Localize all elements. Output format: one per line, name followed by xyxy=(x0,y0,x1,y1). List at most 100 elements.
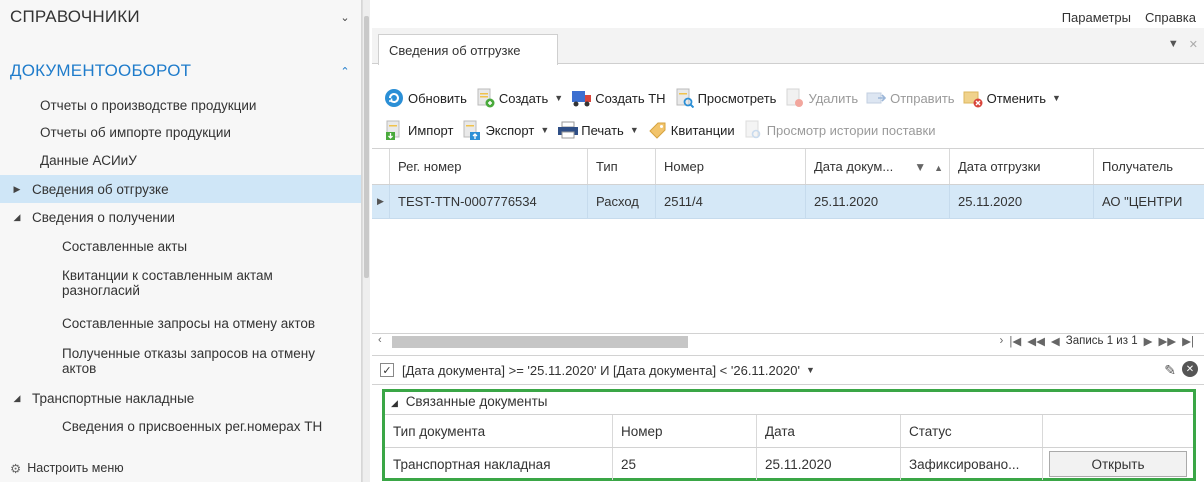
next-page-fast-icon[interactable]: ▶▶ xyxy=(1158,334,1176,348)
column-header-recipient[interactable]: Получатель xyxy=(1094,149,1204,184)
grid-header: Рег. номер Тип Номер Дата докум... ▼ ▲ Да… xyxy=(372,149,1204,185)
sidebar-item-cancel-refusals[interactable]: Полученные отказы запросов на отмену акт… xyxy=(0,338,361,384)
sidebar-item-receipt-info[interactable]: ◢ Сведения о получении xyxy=(0,204,361,230)
column-header-status[interactable]: Статус xyxy=(901,415,1043,447)
edit-filter-icon[interactable]: ✎ xyxy=(1164,362,1176,379)
close-icon[interactable]: ✕ xyxy=(1189,38,1198,51)
cell-text: Транспортная накладная xyxy=(393,456,551,472)
cell-recipient[interactable]: АО "ЦЕНТРИ xyxy=(1094,185,1204,218)
filter-dropdown-icon[interactable]: ▼ xyxy=(806,365,815,375)
menu-help[interactable]: Справка xyxy=(1145,10,1196,25)
refresh-label: Обновить xyxy=(408,90,467,106)
create-tn-button[interactable]: Создать ТН xyxy=(571,88,666,108)
export-icon xyxy=(461,120,481,140)
cancel-button[interactable]: Отменить ▼ xyxy=(963,88,1061,108)
sidebar-item-shipment-info[interactable]: ▶ Сведения об отгрузке xyxy=(0,175,361,203)
cell-status[interactable]: Зафиксировано... xyxy=(901,448,1043,480)
column-label: Тип xyxy=(596,159,618,174)
linked-documents-header[interactable]: ◢ Связанные документы xyxy=(391,394,548,409)
cell-shipment-date[interactable]: 25.11.2020 xyxy=(950,185,1094,218)
expand-arrow-icon[interactable]: ▶ xyxy=(10,184,24,195)
first-page-icon[interactable]: |◀ xyxy=(1009,334,1021,348)
column-header-type[interactable]: Тип xyxy=(588,149,656,184)
chevron-up-icon[interactable]: ⌃ xyxy=(338,64,352,78)
table-row[interactable]: Транспортная накладная 25 25.11.2020 Заф… xyxy=(385,448,1193,480)
table-row[interactable]: ▶ TEST-TTN-0007776534 Расход 2511/4 25.1… xyxy=(372,185,1204,219)
truck-icon xyxy=(571,88,592,108)
sidebar-item-label: Квитанции к составленным актам xyxy=(62,268,273,283)
sidebar-scroll-thumb[interactable] xyxy=(364,16,369,278)
view-button[interactable]: Просмотреть xyxy=(674,88,776,109)
column-label: Рег. номер xyxy=(398,159,462,174)
prev-page-icon[interactable]: ◀ xyxy=(1051,334,1060,348)
filter-enabled-checkbox[interactable]: ✓ xyxy=(380,363,394,377)
print-label: Печать xyxy=(581,122,624,138)
sidebar-item-assigned-reg-numbers[interactable]: Сведения о присвоенных рег.номерах ТН xyxy=(0,413,361,439)
tab-shipment-info[interactable]: Сведения об отгрузке xyxy=(378,34,558,65)
cell-type[interactable]: Расход xyxy=(588,185,656,218)
cell-number[interactable]: 2511/4 xyxy=(656,185,806,218)
create-button[interactable]: Создать ▼ xyxy=(475,88,563,108)
refresh-button[interactable]: Обновить xyxy=(384,88,467,108)
toolbar-secondary: Импорт Экспорт ▼ Печать ▼ Квитанции Просмо… xyxy=(372,115,1204,145)
column-header-number[interactable]: Номер xyxy=(613,415,757,447)
section-directories-header[interactable]: СПРАВОЧНИКИ ⌄ xyxy=(0,0,361,34)
scroll-left-icon[interactable]: ‹ xyxy=(378,334,382,346)
sidebar-scrollbar[interactable] xyxy=(362,0,370,482)
section-docflow-header[interactable]: ДОКУМЕНТООБОРОТ ⌃ xyxy=(0,54,361,88)
filter-expression[interactable]: [Дата документа] >= '25.11.2020' И [Дата… xyxy=(402,363,800,378)
menu-parameters[interactable]: Параметры xyxy=(1062,10,1131,25)
tab-list-dropdown-icon[interactable]: ▼ xyxy=(1168,38,1179,51)
column-header-shipment-date[interactable]: Дата отгрузки xyxy=(950,149,1094,184)
export-button[interactable]: Экспорт ▼ xyxy=(461,120,549,140)
sidebar-item-cancel-requests[interactable]: Составленные запросы на отмену актов xyxy=(0,310,361,336)
collapse-arrow-icon[interactable]: ◢ xyxy=(10,393,24,404)
sidebar-item-label: Составленные запросы на отмену актов xyxy=(62,315,316,331)
create-tn-label: Создать ТН xyxy=(595,90,666,106)
print-button[interactable]: Печать ▼ xyxy=(557,120,639,140)
sidebar-item-label: Сведения о получении xyxy=(32,209,175,225)
column-header-doc-type[interactable]: Тип документа xyxy=(385,415,613,447)
receipts-label: Квитанции xyxy=(670,122,735,138)
sidebar-item-import-reports[interactable]: Отчеты об импорте продукции xyxy=(0,119,361,145)
cell-number[interactable]: 25 xyxy=(613,448,757,480)
open-button[interactable]: Открыть xyxy=(1049,451,1187,477)
sort-ascending-icon[interactable]: ▲ xyxy=(934,163,943,173)
last-page-icon[interactable]: ▶| xyxy=(1182,334,1194,348)
delivery-history-button[interactable]: Просмотр истории поставки xyxy=(743,120,936,140)
column-header-number[interactable]: Номер xyxy=(656,149,806,184)
cell-doc-date[interactable]: 25.11.2020 xyxy=(806,185,950,218)
delete-button[interactable]: Удалить xyxy=(784,88,858,108)
scroll-thumb[interactable] xyxy=(392,336,688,348)
sidebar-item-waybills[interactable]: ◢ Транспортные накладные xyxy=(0,385,361,411)
send-button[interactable]: Отправить xyxy=(866,88,955,108)
chevron-down-icon[interactable]: ⌄ xyxy=(338,10,352,24)
column-label: Номер xyxy=(621,423,663,439)
sidebar-item-production-reports[interactable]: Отчеты о производстве продукции xyxy=(0,92,361,118)
receipts-button[interactable]: Квитанции xyxy=(647,120,735,140)
next-record-icon[interactable]: ▶ xyxy=(1144,334,1153,348)
linked-documents-panel: ◢ Связанные документы Тип документа Номе… xyxy=(382,389,1196,481)
configure-menu-button[interactable]: ⚙ Настроить меню xyxy=(0,458,361,478)
sidebar-item-receipts-discrepancy[interactable]: Квитанции к составленным актам разноглас… xyxy=(0,261,361,305)
sidebar-item-composed-acts[interactable]: Составленные акты xyxy=(0,233,361,259)
cell-doc-type[interactable]: Транспортная накладная xyxy=(385,448,613,480)
next-page-icon[interactable]: › xyxy=(1000,335,1004,347)
collapse-arrow-icon[interactable]: ◢ xyxy=(391,398,398,408)
collapse-arrow-icon[interactable]: ◢ xyxy=(10,212,24,223)
clear-filter-icon[interactable]: ✕ xyxy=(1182,361,1198,377)
filter-funnel-icon[interactable]: ▼ ▲ xyxy=(914,160,943,174)
column-header-reg-number[interactable]: Рег. номер xyxy=(390,149,588,184)
sidebar-item-asiiu-data[interactable]: Данные АСИиУ xyxy=(0,147,361,173)
grid-horizontal-scrollbar[interactable]: ‹ xyxy=(372,334,972,348)
column-header-date[interactable]: Дата xyxy=(757,415,901,447)
cell-reg-number[interactable]: TEST-TTN-0007776534 xyxy=(390,185,588,218)
delivery-history-label: Просмотр истории поставки xyxy=(766,122,936,138)
tab-bar: Сведения об отгрузке ▼ ✕ xyxy=(372,28,1204,65)
prev-page-fast-icon[interactable]: ◀◀ xyxy=(1027,334,1045,348)
row-indicator-icon: ▶ xyxy=(372,185,390,218)
history-document-icon xyxy=(743,120,763,140)
column-header-doc-date[interactable]: Дата докум... ▼ ▲ xyxy=(806,149,950,184)
cell-date[interactable]: 25.11.2020 xyxy=(757,448,901,480)
import-button[interactable]: Импорт xyxy=(384,120,453,140)
